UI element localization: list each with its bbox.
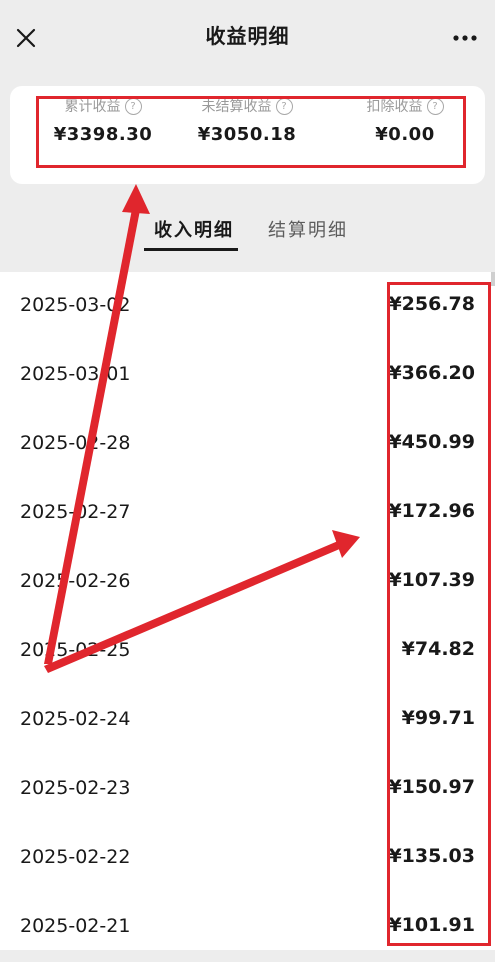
tab-settlement-details[interactable]: 结算明细 [268,216,348,242]
row-date: 2025-02-28 [20,432,131,454]
row-date: 2025-02-23 [20,777,131,799]
row-date: 2025-02-24 [20,708,131,730]
row-date: 2025-02-27 [20,501,131,523]
scrollbar[interactable] [491,272,495,286]
summary-card: 累计收益 ? ¥3398.30 未结算收益 ? ¥3050.18 扣除收益 ? … [10,86,485,184]
tab-income-details[interactable]: 收入明细 [154,216,234,242]
row-date: 2025-03-02 [20,294,131,316]
row-date: 2025-03-01 [20,363,131,385]
row-date: 2025-02-21 [20,915,131,937]
more-button[interactable] [447,24,483,52]
row-date: 2025-02-25 [20,639,131,661]
tab-bar: 收入明细 结算明细 [0,200,495,272]
amounts-highlight-box [387,282,491,946]
summary-highlight-box [36,96,466,168]
page-title: 收益明细 [205,24,290,48]
row-date: 2025-02-26 [20,570,131,592]
more-icon [453,35,477,41]
row-date: 2025-02-22 [20,846,131,868]
active-tab-indicator [144,248,238,251]
top-bar: 收益明细 [0,0,495,72]
